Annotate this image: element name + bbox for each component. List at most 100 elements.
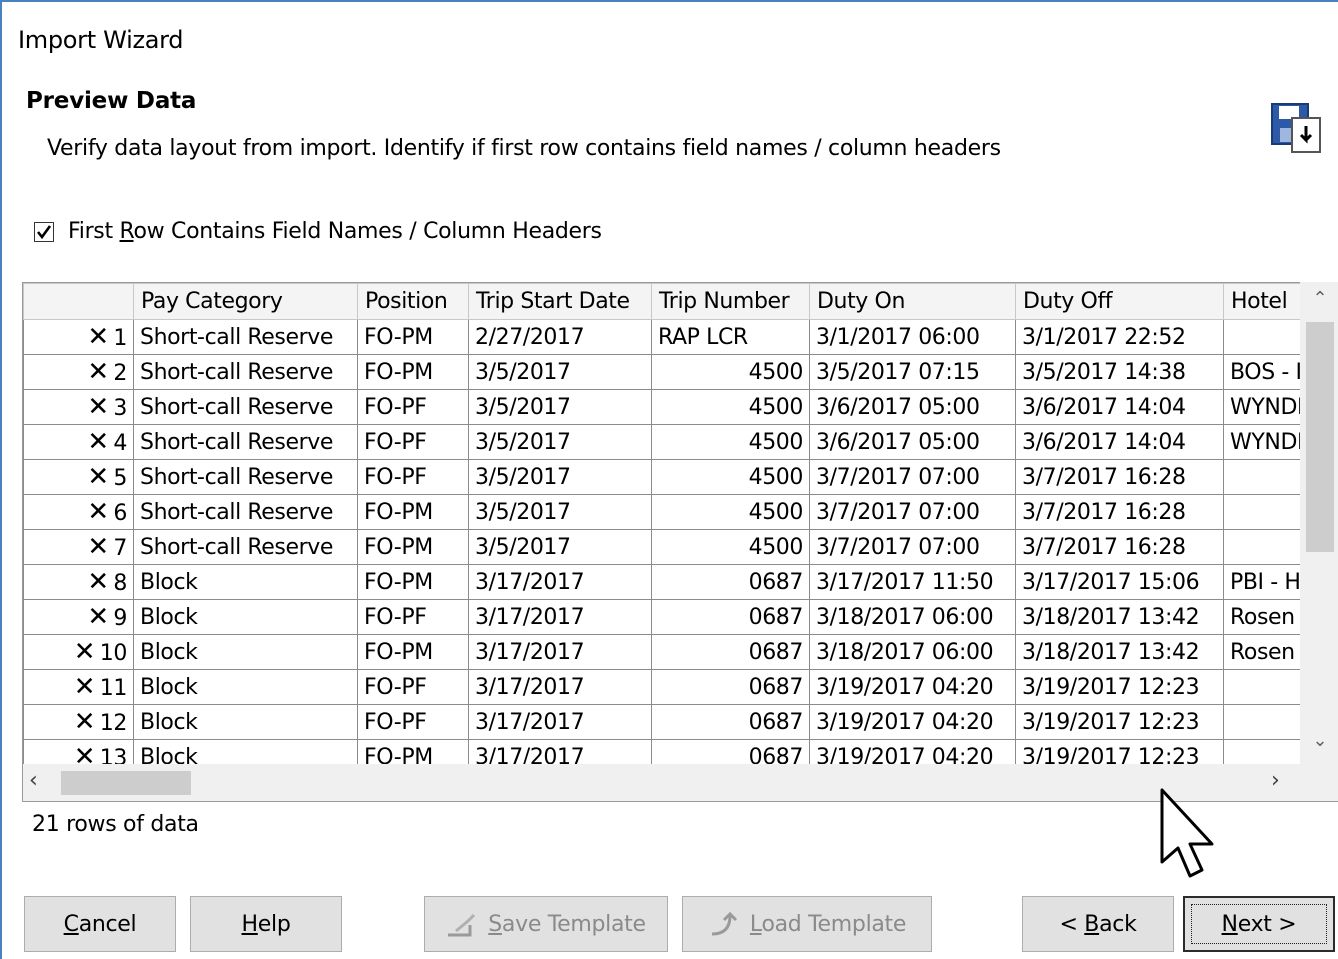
back-button[interactable]: < Back: [1022, 896, 1174, 952]
cell-trip-number[interactable]: 0687: [651, 599, 810, 635]
delete-x-icon[interactable]: ✕: [87, 499, 113, 525]
cell-position[interactable]: FO-PF: [357, 669, 469, 705]
cell-trip-start-date[interactable]: 3/17/2017: [468, 634, 652, 670]
table-row[interactable]: ✕ 5 Short-call Reserve FO-PF 3/5/2017 4500 3/7…: [23, 459, 1314, 495]
next-button[interactable]: Next >: [1183, 896, 1335, 952]
table-row[interactable]: ✕ 1 Short-call Reserve FO-PM 2/27/2017 RAP LC…: [23, 319, 1314, 355]
column-header-trip-start-date[interactable]: Trip Start Date: [468, 283, 652, 320]
row-header[interactable]: ✕ 10: [23, 634, 134, 670]
cell-duty-off[interactable]: 3/18/2017 13:42: [1015, 599, 1224, 635]
cell-trip-number[interactable]: 0687: [651, 564, 810, 600]
cell-duty-on[interactable]: 3/18/2017 06:00: [809, 634, 1016, 670]
table-row[interactable]: ✕ 9 Block FO-PF 3/17/2017 0687 3/18/2017 06:00…: [23, 599, 1314, 635]
row-header[interactable]: ✕ 7: [23, 529, 134, 565]
cell-pay-category[interactable]: Block: [133, 634, 358, 670]
cell-trip-number[interactable]: 4500: [651, 354, 810, 390]
table-row[interactable]: ✕ 7 Short-call Reserve FO-PM 3/5/2017 4500 3/7…: [23, 529, 1314, 565]
table-row[interactable]: ✕ 8 Block FO-PM 3/17/2017 0687 3/17/2017 11:50…: [23, 564, 1314, 600]
cell-duty-on[interactable]: 3/6/2017 05:00: [809, 389, 1016, 425]
cell-duty-off[interactable]: 3/5/2017 14:38: [1015, 354, 1224, 390]
cell-duty-on[interactable]: 3/19/2017 04:20: [809, 704, 1016, 740]
column-header-duty-off[interactable]: Duty Off: [1015, 283, 1224, 320]
row-header[interactable]: ✕ 5: [23, 459, 134, 495]
cell-position[interactable]: FO-PF: [357, 389, 469, 425]
cell-position[interactable]: FO-PF: [357, 459, 469, 495]
cell-duty-off[interactable]: 3/17/2017 15:06: [1015, 564, 1224, 600]
table-row[interactable]: ✕ 3 Short-call Reserve FO-PF 3/5/2017 4500 3/6…: [23, 389, 1314, 425]
horizontal-scrollbar[interactable]: ‹ ›: [23, 764, 1338, 801]
preview-grid[interactable]: Pay Category Position Trip Start Date Tr…: [22, 282, 1338, 802]
delete-x-icon[interactable]: ✕: [87, 429, 113, 455]
row-header[interactable]: ✕ 11: [23, 669, 134, 705]
cell-duty-off[interactable]: 3/19/2017 12:23: [1015, 669, 1224, 705]
cell-pay-category[interactable]: Short-call Reserve: [133, 459, 358, 495]
table-row[interactable]: ✕ 11 Block FO-PF 3/17/2017 0687 3/19/2017 04:2…: [23, 669, 1314, 705]
load-template-button[interactable]: Load Template: [682, 896, 932, 952]
cell-pay-category[interactable]: Short-call Reserve: [133, 354, 358, 390]
cell-trip-start-date[interactable]: 3/5/2017: [468, 389, 652, 425]
cell-trip-start-date[interactable]: 3/5/2017: [468, 424, 652, 460]
table-row[interactable]: ✕ 2 Short-call Reserve FO-PM 3/5/2017 4500 3/5…: [23, 354, 1314, 390]
cell-duty-on[interactable]: 3/5/2017 07:15: [809, 354, 1016, 390]
row-header[interactable]: ✕ 9: [23, 599, 134, 635]
cell-trip-start-date[interactable]: 3/17/2017: [468, 704, 652, 740]
delete-x-icon[interactable]: ✕: [87, 534, 113, 560]
cell-trip-start-date[interactable]: 3/5/2017: [468, 494, 652, 530]
cell-duty-on[interactable]: 3/17/2017 11:50: [809, 564, 1016, 600]
delete-x-icon[interactable]: ✕: [87, 604, 113, 630]
cancel-button[interactable]: Cancel: [24, 896, 176, 952]
horizontal-scroll-thumb[interactable]: [61, 771, 191, 795]
cell-trip-number[interactable]: 0687: [651, 669, 810, 705]
cell-trip-number[interactable]: RAP LCR: [651, 319, 810, 355]
table-row[interactable]: ✕ 10 Block FO-PM 3/17/2017 0687 3/18/2017 06:0…: [23, 634, 1314, 670]
cell-duty-off[interactable]: 3/6/2017 14:04: [1015, 389, 1224, 425]
scroll-up-icon[interactable]: ⌃: [1308, 288, 1332, 312]
cell-trip-number[interactable]: 4500: [651, 459, 810, 495]
cell-trip-number[interactable]: 0687: [651, 634, 810, 670]
scroll-right-icon[interactable]: ›: [1271, 768, 1280, 793]
table-row[interactable]: ✕ 4 Short-call Reserve FO-PF 3/5/2017 4500 3/6…: [23, 424, 1314, 460]
row-header[interactable]: ✕ 3: [23, 389, 134, 425]
cell-position[interactable]: FO-PM: [357, 529, 469, 565]
cell-pay-category[interactable]: Short-call Reserve: [133, 424, 358, 460]
cell-position[interactable]: FO-PF: [357, 704, 469, 740]
delete-x-icon[interactable]: ✕: [87, 464, 113, 490]
cell-position[interactable]: FO-PF: [357, 599, 469, 635]
cell-pay-category[interactable]: Short-call Reserve: [133, 494, 358, 530]
first-row-headers-checkbox[interactable]: [34, 221, 54, 242]
vertical-scroll-thumb[interactable]: [1306, 322, 1334, 552]
cell-position[interactable]: FO-PM: [357, 634, 469, 670]
cell-pay-category[interactable]: Short-call Reserve: [133, 529, 358, 565]
cell-trip-start-date[interactable]: 3/5/2017: [468, 529, 652, 565]
table-row[interactable]: ✕ 6 Short-call Reserve FO-PM 3/5/2017 4500 3/7…: [23, 494, 1314, 530]
delete-x-icon[interactable]: ✕: [74, 674, 100, 700]
cell-pay-category[interactable]: Short-call Reserve: [133, 319, 358, 355]
cell-position[interactable]: FO-PM: [357, 564, 469, 600]
cell-duty-on[interactable]: 3/7/2017 07:00: [809, 494, 1016, 530]
cell-trip-number[interactable]: 4500: [651, 494, 810, 530]
cell-duty-off[interactable]: 3/19/2017 12:23: [1015, 704, 1224, 740]
delete-x-icon[interactable]: ✕: [87, 324, 113, 350]
cell-duty-on[interactable]: 3/1/2017 06:00: [809, 319, 1016, 355]
cell-pay-category[interactable]: Block: [133, 669, 358, 705]
delete-x-icon[interactable]: ✕: [87, 569, 113, 595]
save-template-button[interactable]: Save Template: [424, 896, 668, 952]
column-header-position[interactable]: Position: [357, 283, 469, 320]
cell-trip-start-date[interactable]: 3/17/2017: [468, 669, 652, 705]
scroll-down-icon[interactable]: ⌄: [1308, 730, 1332, 754]
cell-duty-on[interactable]: 3/19/2017 04:20: [809, 669, 1016, 705]
cell-duty-on[interactable]: 3/6/2017 05:00: [809, 424, 1016, 460]
delete-x-icon[interactable]: ✕: [74, 639, 100, 665]
cell-position[interactable]: FO-PM: [357, 494, 469, 530]
cell-trip-start-date[interactable]: 3/5/2017: [468, 354, 652, 390]
cell-pay-category[interactable]: Block: [133, 564, 358, 600]
cell-trip-number[interactable]: 4500: [651, 529, 810, 565]
cell-duty-off[interactable]: 3/18/2017 13:42: [1015, 634, 1224, 670]
cell-position[interactable]: FO-PF: [357, 424, 469, 460]
column-header-duty-on[interactable]: Duty On: [809, 283, 1016, 320]
delete-x-icon[interactable]: ✕: [87, 359, 113, 385]
cell-duty-on[interactable]: 3/18/2017 06:00: [809, 599, 1016, 635]
cell-pay-category[interactable]: Block: [133, 704, 358, 740]
row-header[interactable]: ✕ 8: [23, 564, 134, 600]
cell-trip-start-date[interactable]: 2/27/2017: [468, 319, 652, 355]
